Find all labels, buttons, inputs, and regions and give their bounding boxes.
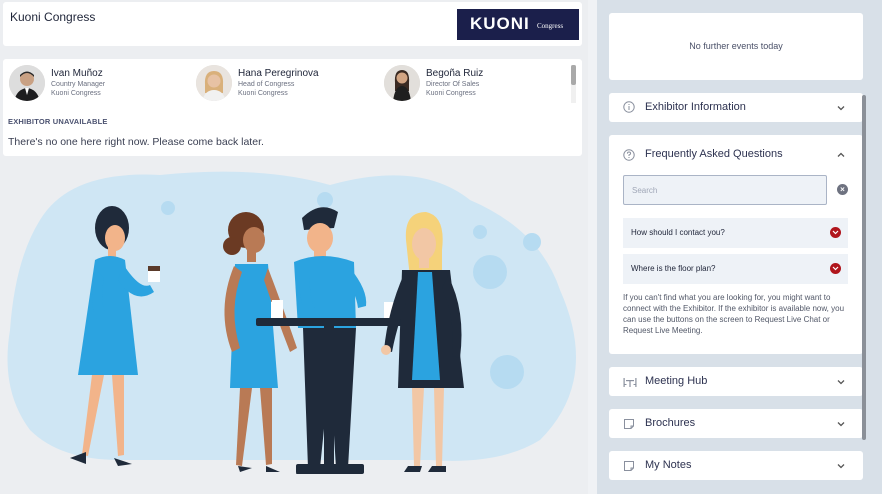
availability-label: EXHIBITOR UNAVAILABLE	[8, 117, 108, 126]
booth-main-area: Kuoni Congress KUONI Congress Ivan Muñoz…	[0, 0, 588, 494]
events-card: No further events today	[609, 13, 863, 80]
staff-scrollbar[interactable]	[571, 65, 576, 103]
booth-illustration	[7, 171, 576, 474]
booth-header: Kuoni Congress KUONI Congress	[3, 2, 582, 46]
staff-org: Kuoni Congress	[426, 90, 476, 97]
staff-name: Ivan Muñoz	[51, 68, 103, 79]
info-icon	[623, 101, 635, 113]
chevron-up-icon[interactable]	[836, 150, 846, 160]
staff-org: Kuoni Congress	[51, 90, 101, 97]
chevron-down-icon[interactable]	[836, 461, 846, 471]
logo-subtitle: Congress	[537, 22, 564, 30]
panel-faq: Frequently Asked Questions Search × How …	[609, 135, 863, 354]
note-icon	[624, 461, 634, 471]
staff-role: Head of Congress	[238, 81, 295, 88]
faq-help-text: If you can't find what you are looking f…	[623, 293, 845, 335]
chevron-down-icon[interactable]	[836, 419, 846, 429]
faq-question[interactable]: How should I contact you?	[623, 218, 848, 248]
expand-icon[interactable]	[830, 227, 841, 238]
booth-sidebar: No further events today Exhibitor Inform…	[597, 0, 882, 494]
panel-title: Exhibitor Information	[645, 101, 746, 113]
events-message: No further events today	[689, 41, 783, 51]
panel-brochures[interactable]: Brochures	[609, 409, 863, 438]
staff-name: Hana Peregrinova	[238, 68, 319, 79]
faq-question-text: Where is the floor plan?	[631, 264, 716, 273]
question-icon	[623, 149, 635, 161]
panel-my-notes[interactable]: My Notes	[609, 451, 863, 480]
staff-panel: Ivan Muñoz Country Manager Kuoni Congres…	[3, 59, 582, 156]
panel-title: Meeting Hub	[645, 375, 708, 387]
panel-title: Brochures	[645, 417, 696, 429]
avatar	[384, 65, 420, 101]
meeting-table-icon	[623, 378, 637, 387]
avatar	[9, 65, 45, 101]
expand-icon[interactable]	[830, 263, 841, 274]
panel-title: My Notes	[645, 459, 692, 471]
sidebar-scrollbar[interactable]	[862, 95, 866, 440]
availability-message: There's no one here right now. Please co…	[8, 136, 264, 148]
scrollbar-thumb[interactable]	[571, 65, 576, 85]
faq-question[interactable]: Where is the floor plan?	[623, 254, 848, 284]
exhibitor-title: Kuoni Congress	[10, 10, 96, 24]
staff-name: Begoña Ruiz	[426, 68, 484, 79]
chevron-down-icon[interactable]	[836, 103, 846, 113]
panel-meeting-hub[interactable]: Meeting Hub	[609, 367, 863, 396]
logo-wordmark: KUONI	[470, 14, 530, 33]
avatar	[196, 65, 232, 101]
search-placeholder: Search	[632, 186, 658, 195]
staff-org: Kuoni Congress	[238, 90, 288, 97]
clear-search-icon[interactable]: ×	[837, 184, 848, 195]
faq-search-input[interactable]: Search	[623, 175, 827, 205]
staff-role: Country Manager	[51, 81, 106, 88]
faq-question-text: How should I contact you?	[631, 228, 725, 237]
exhibitor-logo: KUONI Congress	[457, 9, 579, 40]
document-icon	[624, 419, 634, 429]
staff-role: Director Of Sales	[426, 81, 480, 88]
panel-title[interactable]: Frequently Asked Questions	[645, 148, 783, 160]
panel-exhibitor-information[interactable]: Exhibitor Information	[609, 93, 863, 122]
chevron-down-icon[interactable]	[836, 377, 846, 387]
